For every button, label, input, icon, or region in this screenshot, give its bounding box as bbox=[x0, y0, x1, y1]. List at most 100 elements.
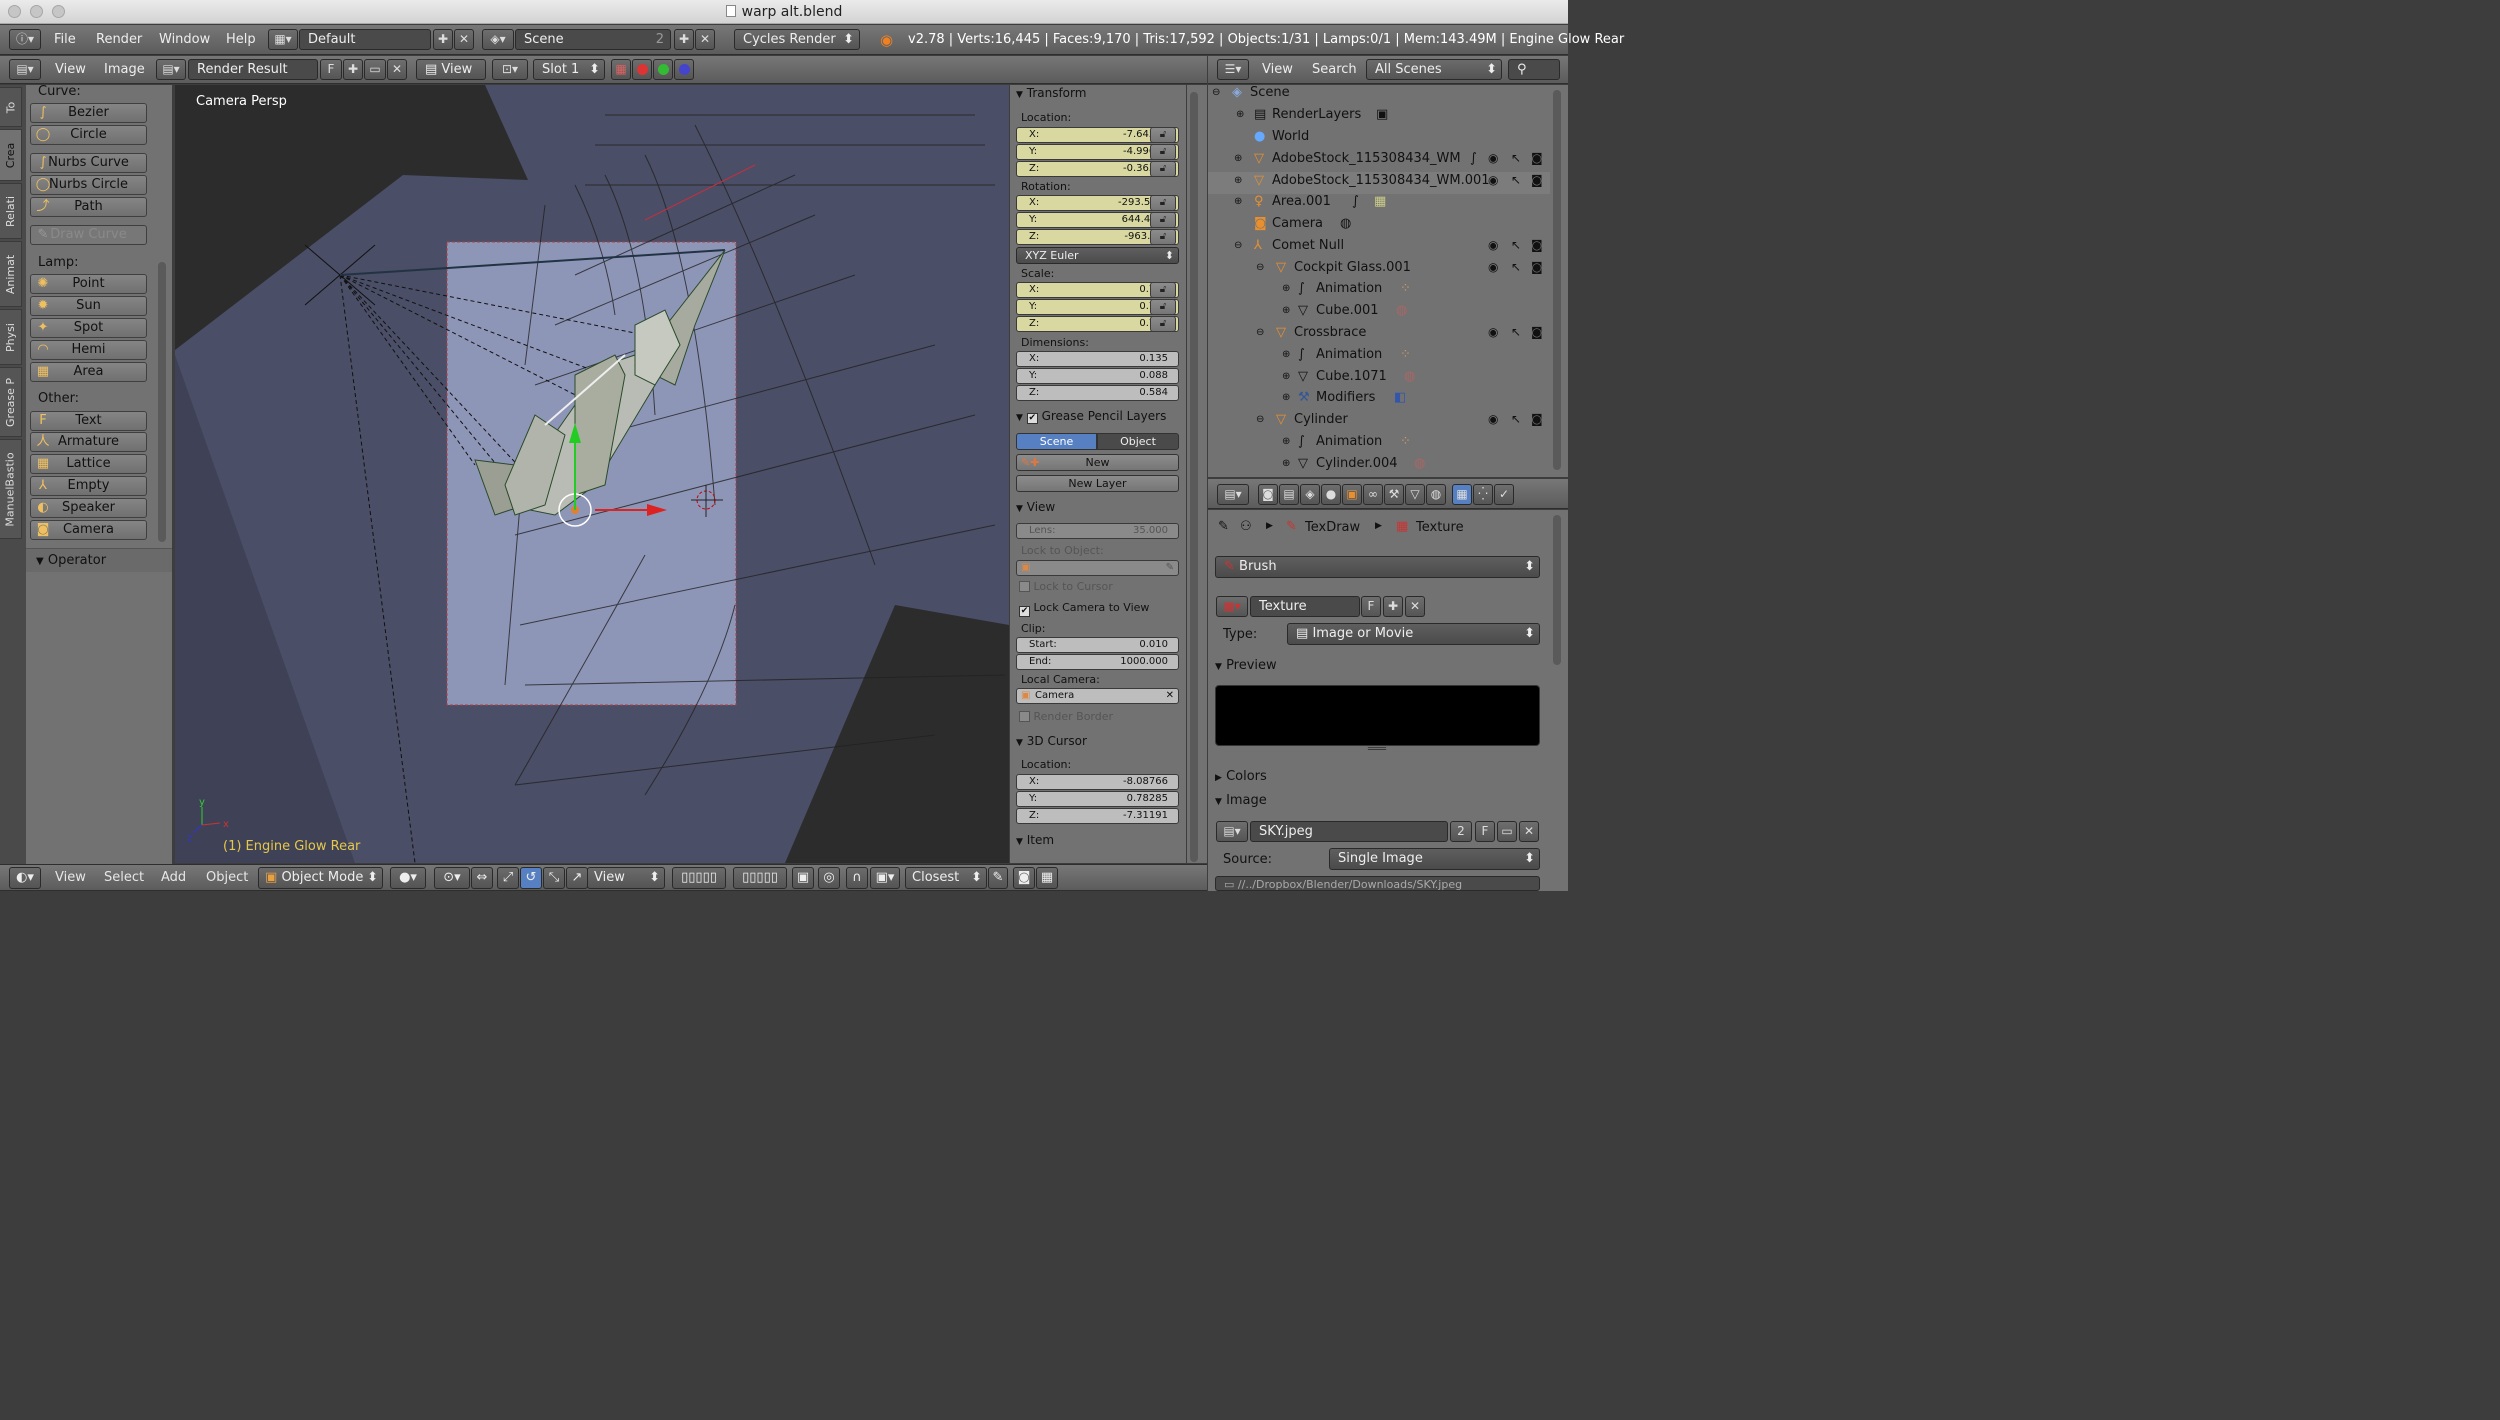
render-camera-icon[interactable]: ◙ bbox=[1531, 238, 1543, 252]
outliner-row-cube-001[interactable]: ⊕ ▽ Cube.001 ◍ bbox=[1208, 300, 1550, 321]
outliner-row-adobestock[interactable]: ⊕ ▽ AdobeStock_115308434_WM ∫ bbox=[1208, 148, 1550, 169]
outliner-row-comet-null[interactable]: ⊖ ⅄ Comet Null bbox=[1208, 235, 1550, 256]
tab-create[interactable]: Crea bbox=[0, 129, 22, 181]
add-lattice-button[interactable]: ▦ Lattice bbox=[30, 454, 147, 474]
outliner-row-cockpit-glass[interactable]: ⊖ ▽ Cockpit Glass.001 bbox=[1208, 257, 1550, 278]
shading-dropdown[interactable]: ●▾ bbox=[390, 867, 426, 889]
texture-type-dropdown[interactable]: ▤ Image or Movie ⬍ bbox=[1287, 623, 1540, 645]
image-users-count[interactable]: 2 bbox=[1450, 821, 1472, 842]
lock-scale-x-button[interactable]: 🔓︎ bbox=[1150, 282, 1176, 298]
close-window-button[interactable] bbox=[8, 5, 21, 18]
remove-layout-button[interactable]: ✕ bbox=[454, 29, 474, 50]
menu-render[interactable]: Render bbox=[96, 25, 142, 55]
expand-icon[interactable]: ⊕ bbox=[1282, 366, 1290, 387]
render-camera-icon[interactable]: ◙ bbox=[1531, 260, 1543, 274]
manipulator-toggle[interactable]: ⇔ bbox=[471, 867, 493, 889]
texture-browse-button[interactable]: ▦▾ bbox=[1216, 596, 1248, 617]
add-camera-button[interactable]: ◙ Camera bbox=[30, 520, 147, 540]
snap-target-dropdown[interactable]: Closest ⬍ bbox=[905, 867, 987, 889]
collapse-icon[interactable]: ⊖ bbox=[1256, 257, 1264, 278]
layout-name-field[interactable]: Default bbox=[299, 29, 431, 50]
image-name-field[interactable]: Render Result bbox=[188, 59, 318, 80]
expand-icon[interactable]: ⊕ bbox=[1234, 170, 1242, 191]
texture-fake-user-button[interactable]: F bbox=[1361, 596, 1381, 617]
add-spot-lamp-button[interactable]: ✦ Spot bbox=[30, 318, 147, 338]
outliner-row-crossbrace[interactable]: ⊖ ▽ Crossbrace bbox=[1208, 322, 1550, 343]
expand-icon[interactable]: ⊕ bbox=[1282, 278, 1290, 299]
outliner-row-renderlayers[interactable]: ⊕ ▤ RenderLayers ▣ bbox=[1208, 104, 1550, 125]
gp-object-toggle[interactable]: Object bbox=[1097, 433, 1179, 450]
pivot-dropdown[interactable]: ⊡▾ bbox=[492, 59, 528, 80]
open-image-button[interactable]: ▭ bbox=[364, 59, 386, 80]
transform-panel-header[interactable]: ▼ Transform bbox=[1016, 86, 1086, 100]
select-cursor-icon[interactable]: ↖ bbox=[1511, 412, 1521, 426]
editor-type-info-button[interactable]: ⓘ▾ bbox=[9, 29, 41, 50]
gp-new-layer-button[interactable]: New Layer bbox=[1016, 475, 1179, 492]
render-camera-icon[interactable]: ◙ bbox=[1531, 151, 1543, 165]
preview-panel-header[interactable]: ▼ Preview bbox=[1215, 658, 1277, 673]
snap-options-button[interactable]: ✎ bbox=[988, 867, 1008, 889]
transform-orientation-dropdown[interactable]: View ⬍ bbox=[587, 867, 665, 889]
green-channel-button[interactable] bbox=[653, 59, 673, 80]
texture-name-field[interactable]: Texture bbox=[1250, 596, 1360, 617]
context-layers-tab[interactable]: ▤ bbox=[1279, 484, 1299, 505]
3d-cursor-panel-header[interactable]: ▼ 3D Cursor bbox=[1016, 734, 1087, 748]
expand-icon[interactable]: ⊕ bbox=[1282, 453, 1290, 474]
select-cursor-icon[interactable]: ↖ bbox=[1511, 151, 1521, 165]
3d-viewport[interactable]: y x z Camera Persp (1) Engine Glow Rear bbox=[175, 85, 1009, 863]
local-camera-field[interactable]: ▣ Camera ✕ bbox=[1016, 688, 1179, 704]
add-armature-button[interactable]: 人 Armature bbox=[30, 432, 147, 452]
unlink-image-button-props[interactable]: ✕ bbox=[1519, 821, 1539, 842]
dimensions-x-field[interactable]: X: 0.135 bbox=[1016, 351, 1179, 367]
lock-object-field[interactable]: ▣ ✎ bbox=[1016, 560, 1179, 576]
context-world-tab[interactable]: ● bbox=[1321, 484, 1341, 505]
expand-icon[interactable]: ⊕ bbox=[1236, 104, 1244, 125]
context-scene-tab[interactable]: ◈ bbox=[1300, 484, 1320, 505]
rotate-manipulator-button[interactable]: ↺ bbox=[520, 867, 542, 889]
outliner-row-animation-2[interactable]: ⊕ ∫ Animation ⁘ bbox=[1208, 344, 1550, 365]
properties-scrollbar[interactable] bbox=[1553, 515, 1561, 665]
render-engine-dropdown[interactable]: Cycles Render ⬍ bbox=[734, 29, 860, 50]
outliner-row-world[interactable]: ● World bbox=[1208, 126, 1550, 147]
tab-relations[interactable]: Relati bbox=[0, 183, 22, 239]
context-constraints-tab[interactable]: ∞ bbox=[1363, 484, 1383, 505]
render-camera-icon[interactable]: ◙ bbox=[1531, 173, 1543, 187]
select-cursor-icon[interactable]: ↖ bbox=[1511, 238, 1521, 252]
proportional-edit-button[interactable]: ◎ bbox=[818, 867, 840, 889]
open-image-button-props[interactable]: ▭ bbox=[1497, 821, 1517, 842]
mode-dropdown[interactable]: ▣ Object Mode ⬍ bbox=[258, 867, 383, 889]
grease-pencil-panel-header[interactable]: ▼ ✔ Grease Pencil Layers bbox=[1016, 409, 1166, 424]
context-material-tab[interactable]: ◍ bbox=[1426, 484, 1446, 505]
lock-location-y-button[interactable]: 🔓︎ bbox=[1150, 144, 1176, 160]
context-particles-tab[interactable]: ⁛ bbox=[1473, 484, 1493, 505]
scene-browse-button[interactable]: ◈▾ bbox=[482, 29, 514, 50]
context-texture-tab[interactable]: ▦ bbox=[1452, 484, 1472, 505]
editor-type-properties-button[interactable]: ▤▾ bbox=[1217, 484, 1249, 505]
scene-name-field[interactable]: Scene 2 bbox=[515, 29, 671, 50]
image-fake-user-button[interactable]: F bbox=[1475, 821, 1495, 842]
view-panel-header[interactable]: ▼ View bbox=[1016, 500, 1055, 514]
outliner-search-input[interactable]: ⚲ bbox=[1508, 59, 1560, 80]
draw-curve-button[interactable]: ✎ Draw Curve bbox=[30, 225, 147, 245]
pivot-point-dropdown[interactable]: ⊙▾ bbox=[434, 867, 470, 889]
item-panel-header[interactable]: ▼ Item bbox=[1016, 833, 1054, 847]
image-name-field-props[interactable]: SKY.jpeg bbox=[1250, 821, 1448, 842]
add-bezier-button[interactable]: ∫ Bezier bbox=[30, 103, 147, 123]
close-icon[interactable]: ✕ bbox=[1166, 689, 1174, 703]
cursor-x-field[interactable]: X: -8.08766 bbox=[1016, 774, 1179, 790]
menu-view-3d[interactable]: View bbox=[55, 870, 86, 885]
expand-icon[interactable]: ⊕ bbox=[1234, 191, 1242, 212]
cursor-z-field[interactable]: Z: -7.31191 bbox=[1016, 808, 1179, 824]
context-modifiers-tab[interactable]: ⚒ bbox=[1384, 484, 1404, 505]
lock-scale-y-button[interactable]: 🔓︎ bbox=[1150, 299, 1176, 315]
menu-view[interactable]: View bbox=[55, 56, 86, 84]
add-nurbs-circle-button[interactable]: ◯ Nurbs Circle bbox=[30, 175, 147, 195]
editor-type-outliner-button[interactable]: ☰▾ bbox=[1217, 59, 1249, 80]
scale-manipulator-button[interactable]: ⤡ bbox=[543, 867, 565, 889]
render-border-checkbox[interactable]: Render Border bbox=[1019, 710, 1113, 723]
add-nurbs-curve-button[interactable]: ∫ Nurbs Curve bbox=[30, 153, 147, 173]
rotation-mode-dropdown[interactable]: XYZ Euler ⬍ bbox=[1016, 247, 1179, 264]
outliner-row-cylinder-004[interactable]: ⊕ ▽ Cylinder.004 ◍ bbox=[1208, 453, 1550, 474]
context-physics-tab[interactable]: ✓ bbox=[1494, 484, 1514, 505]
editor-type-3d-button[interactable]: ◐▾ bbox=[9, 867, 41, 889]
